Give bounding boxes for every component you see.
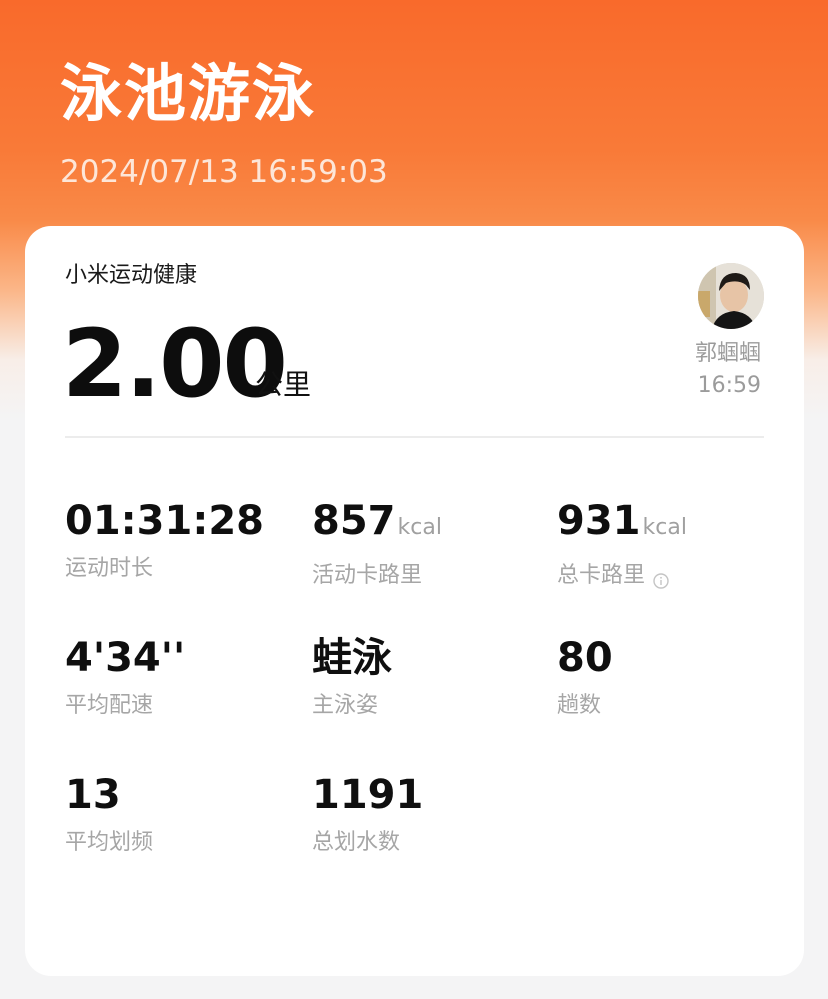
stat-avg-stroke-rate: 13 平均划频 — [65, 770, 153, 858]
activity-summary-card: 小米运动健康 2.00 公里 郭蝈蝈 16:59 01:31:28 运动时长 8… — [25, 226, 804, 976]
source-app-label: 小米运动健康 — [65, 263, 198, 288]
stat-unit: kcal — [397, 515, 442, 540]
page-title: 泳池游泳 — [60, 57, 317, 130]
stat-duration: 01:31:28 运动时长 — [65, 496, 264, 584]
stat-label: 活动卡路里 — [312, 563, 423, 588]
stat-label: 总卡路里 — [557, 561, 687, 591]
stat-label: 平均配速 — [65, 693, 154, 718]
stat-unit: kcal — [642, 515, 687, 540]
distance-unit: 公里 — [255, 368, 312, 401]
stat-value: 931 — [557, 498, 641, 544]
stat-label: 主泳姿 — [312, 693, 379, 718]
stat-value: 4'34'' — [65, 635, 186, 681]
stat-value: 1191 — [312, 772, 424, 818]
info-icon[interactable] — [653, 568, 669, 589]
activity-datetime: 2024/07/13 16:59:03 — [60, 154, 388, 190]
user-avatar-photo-icon — [698, 263, 764, 329]
stat-value: 80 — [557, 635, 613, 681]
stat-value: 857 — [312, 498, 396, 544]
stat-value: 蛙泳 — [312, 635, 392, 681]
divider — [65, 436, 764, 438]
stat-label: 趟数 — [557, 693, 602, 718]
stat-value: 01:31:28 — [65, 498, 264, 544]
stat-label: 总划水数 — [312, 830, 401, 855]
avatar[interactable] — [698, 263, 764, 329]
stat-label: 运动时长 — [65, 556, 154, 581]
stat-value: 13 — [65, 772, 121, 818]
stat-total-calories: 931kcal 总卡路里 — [557, 496, 687, 591]
user-time: 16:59 — [697, 373, 761, 398]
stat-active-calories: 857kcal 活动卡路里 — [312, 496, 442, 591]
stat-avg-pace: 4'34'' 平均配速 — [65, 633, 185, 721]
stat-total-strokes: 1191 总划水数 — [312, 770, 423, 858]
stat-laps: 80 趟数 — [557, 633, 613, 721]
distance-value: 2.00 — [62, 310, 288, 419]
stat-main-stroke: 蛙泳 主泳姿 — [312, 633, 392, 721]
user-name: 郭蝈蝈 — [694, 341, 761, 366]
stat-label: 平均划频 — [65, 830, 154, 855]
